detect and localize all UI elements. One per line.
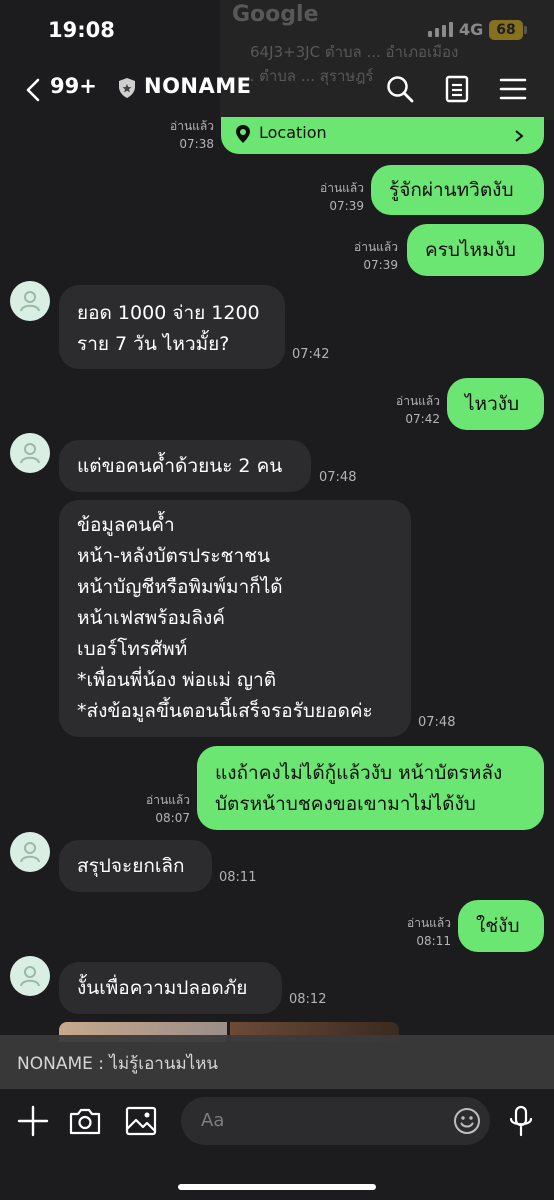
message-meta: อ่านแล้ว 08:07	[126, 791, 190, 827]
message-bubble-incoming[interactable]: แต่ขอคนค้ำด้วยนะ 2 คน	[59, 440, 311, 492]
message-text: ครบไหมงับ	[425, 239, 516, 261]
message-text: งั้นเพื่อความปลอดภัย	[77, 977, 248, 999]
message-time: 07:48	[418, 715, 456, 730]
message-input[interactable]: Aa	[181, 1097, 490, 1145]
read-receipt: อ่านแล้ว	[170, 119, 214, 133]
message-time: 07:39	[363, 258, 398, 272]
read-receipt: อ่านแล้ว	[407, 916, 451, 930]
message-text: รู้จักผ่านทวิตงับ	[389, 179, 514, 201]
message-text: ราย 7 วัน ไหวมั้ย?	[77, 333, 230, 355]
location-card[interactable]: Location	[221, 117, 544, 154]
message-text: หน้าบัญชีหรือพิมพ์มาก็ได้	[77, 576, 283, 598]
message-text: ข้อมูลคนค้ำ	[77, 514, 175, 536]
shield-icon	[119, 78, 135, 98]
message-bubble-outgoing[interactable]: รู้จักผ่านทวิตงับ	[371, 165, 544, 215]
read-receipt: อ่านแล้ว	[354, 240, 398, 254]
message-bubble-outgoing[interactable]: ไหวงับ	[447, 378, 544, 430]
message-text: บัตรหน้าบชคงขอเขามาไม่ได้งับ	[215, 793, 476, 815]
message-bubble-outgoing[interactable]: ใช่งับ	[458, 900, 544, 952]
message-time: 08:07	[155, 811, 190, 825]
message-text: แต่ขอคนค้ำด้วยนะ 2 คน	[77, 455, 283, 477]
message-bubble-incoming[interactable]: งั้นเพื่อความปลอดภัย	[59, 962, 282, 1014]
preview-text: NONAME : ไม่รู้เอานมไหน	[17, 1054, 219, 1074]
user-avatar-icon	[20, 966, 40, 987]
message-time: 07:42	[405, 412, 440, 426]
message-meta: อ่านแล้ว 07:39	[300, 179, 364, 215]
home-indicator	[178, 1184, 376, 1190]
message-time: 07:38	[179, 137, 214, 151]
user-avatar-icon	[20, 842, 40, 863]
message-bubble-incoming[interactable]: ข้อมูลคนค้ำ หน้า-หลังบัตรประชาชน หน้าบัญ…	[59, 500, 411, 737]
chat-header: 99+ NONAME	[0, 60, 554, 120]
message-text: แงถ้าคงไม่ได้กู้แล้วงับ หน้าบัตรหลัง	[215, 762, 503, 784]
message-text: เบอร์โทรศัพท์	[77, 638, 188, 660]
input-bar: Aa	[0, 1089, 554, 1200]
message-text: หน้าเฟสพร้อมลิงค์	[77, 607, 226, 629]
message-time: 08:12	[289, 992, 327, 1007]
chevron-right-icon	[515, 130, 524, 142]
message-meta: อ่านแล้ว 08:11	[387, 914, 451, 950]
camera-icon[interactable]	[68, 1104, 102, 1138]
message-text: ไหวงับ	[465, 393, 520, 415]
message-text: *เพื่อนพี่น้อง พ่อแม่ ญาติ	[77, 669, 277, 691]
image-icon[interactable]	[124, 1104, 158, 1138]
read-receipt: อ่านแล้ว	[320, 181, 364, 195]
emoji-icon[interactable]	[453, 1107, 481, 1135]
chat-title: NONAME	[144, 74, 252, 98]
location-pin-icon	[236, 125, 250, 143]
avatar[interactable]	[10, 433, 50, 473]
read-receipt: อ่านแล้ว	[146, 793, 190, 807]
user-avatar-icon	[20, 443, 40, 464]
message-meta: อ่านแล้ว 07:42	[376, 392, 440, 428]
message-time: 07:42	[292, 347, 330, 362]
avatar[interactable]	[10, 956, 50, 996]
new-message-preview[interactable]: NONAME : ไม่รู้เอานมไหน	[0, 1035, 554, 1089]
chevron-left-icon[interactable]	[22, 74, 48, 106]
message-meta: อ่านแล้ว 07:38	[150, 117, 214, 153]
unread-count[interactable]: 99+	[50, 74, 97, 98]
message-text: ใช่งับ	[476, 915, 520, 937]
avatar[interactable]	[10, 281, 50, 321]
message-time: 08:11	[416, 934, 451, 948]
message-bubble-outgoing[interactable]: ครบไหมงับ	[407, 224, 544, 276]
avatar[interactable]	[10, 832, 50, 872]
message-bubble-incoming[interactable]: ยอด 1000 จ่าย 1200 ราย 7 วัน ไหวมั้ย?	[59, 285, 285, 369]
plus-icon[interactable]	[16, 1104, 50, 1138]
status-time: 19:08	[48, 18, 115, 42]
message-text: สรุปจะยกเลิก	[77, 855, 185, 877]
search-icon[interactable]	[385, 74, 415, 104]
microphone-icon[interactable]	[504, 1104, 538, 1138]
message-bubble-outgoing[interactable]: แงถ้าคงไม่ได้กู้แล้วงับ หน้าบัตรหลัง บัต…	[197, 746, 544, 830]
message-text: ยอด 1000 จ่าย 1200	[77, 302, 260, 324]
message-meta: อ่านแล้ว 07:39	[334, 238, 398, 274]
location-label: Location	[259, 123, 327, 142]
message-bubble-incoming[interactable]: สรุปจะยกเลิก	[59, 840, 212, 892]
input-placeholder: Aa	[201, 1110, 225, 1131]
message-time: 08:11	[219, 870, 257, 885]
message-text: หน้า-หลังบัตรประชาชน	[77, 545, 271, 567]
map-logo: Google	[232, 2, 319, 27]
menu-icon[interactable]	[498, 74, 528, 104]
user-avatar-icon	[20, 291, 40, 312]
notes-icon[interactable]	[442, 74, 472, 104]
message-text: *ส่งข้อมูลขึ้นตอนนี้เสร็จรอรับยอดค่ะ	[77, 700, 373, 722]
message-time: 07:39	[329, 199, 364, 213]
read-receipt: อ่านแล้ว	[396, 394, 440, 408]
message-time: 07:48	[319, 470, 357, 485]
